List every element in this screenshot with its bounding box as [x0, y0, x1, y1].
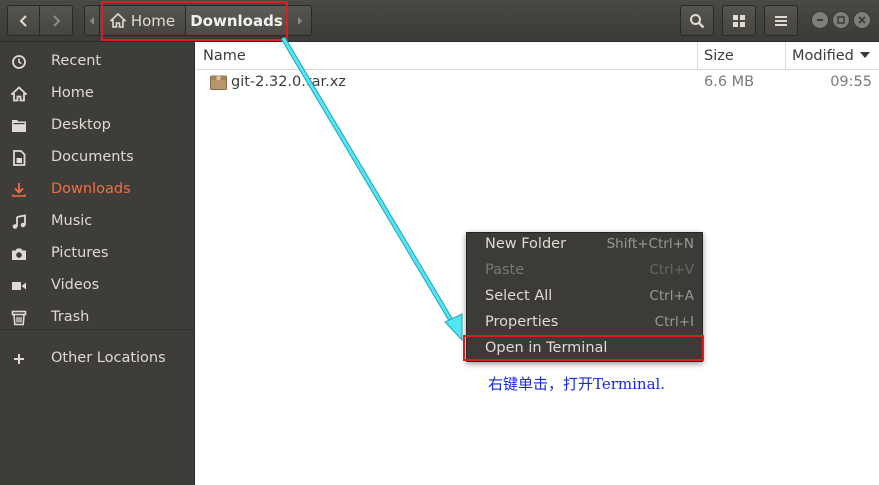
- document-icon: [10, 149, 27, 166]
- menu-item-label: New Folder: [485, 236, 567, 252]
- close-button[interactable]: [853, 11, 871, 29]
- home-icon: [10, 85, 27, 102]
- minimize-icon: [817, 19, 823, 21]
- menu-item-properties[interactable]: Properties Ctrl+I: [467, 311, 702, 337]
- sidebar-divider: [0, 329, 195, 330]
- sidebar-item-recent[interactable]: Recent: [0, 45, 195, 77]
- video-icon: [10, 277, 27, 294]
- sidebar-item-label: Downloads: [51, 181, 131, 197]
- hamburger-icon: [775, 15, 787, 26]
- back-button[interactable]: [7, 5, 40, 36]
- sidebar-item-label: Pictures: [51, 245, 109, 261]
- sort-descending-icon: [859, 52, 870, 58]
- sidebar-item-label: Desktop: [51, 117, 111, 133]
- folder-icon: [10, 117, 27, 134]
- menu-item-shortcut: Ctrl+I: [654, 314, 694, 330]
- archive-icon: [210, 75, 227, 90]
- sidebar-item-documents[interactable]: Documents: [0, 141, 195, 173]
- menu-item-label: Properties: [485, 314, 559, 330]
- menu-highlight-box: [463, 335, 704, 361]
- sidebar-item-desktop[interactable]: Desktop: [0, 109, 195, 141]
- sidebar-item-downloads[interactable]: Downloads: [0, 173, 195, 205]
- sidebar-item-label: Music: [51, 213, 93, 229]
- clock-icon: [10, 53, 27, 70]
- file-name: git-2.32.0.tar.xz: [231, 74, 346, 90]
- column-header-modified-label: Modified: [792, 47, 854, 64]
- menu-item-select-all[interactable]: Select All Ctrl+A: [467, 285, 702, 311]
- view-toggle-button[interactable]: [722, 5, 756, 36]
- chevron-left-icon: [19, 14, 27, 27]
- download-icon: [10, 181, 27, 198]
- column-header-modified[interactable]: Modified: [786, 42, 879, 70]
- sidebar-item-label: Recent: [51, 53, 102, 69]
- trash-icon: [10, 309, 27, 326]
- annotation-text: 右键单击，打开Terminal.: [488, 375, 666, 393]
- sidebar-item-label: Videos: [51, 277, 100, 293]
- maximize-button[interactable]: [832, 11, 850, 29]
- menu-item-paste: Paste Ctrl+V: [467, 259, 702, 285]
- sidebar-item-label: Home: [51, 85, 94, 101]
- camera-icon: [10, 245, 27, 262]
- sidebar-item-label: Documents: [51, 149, 134, 165]
- menu-item-shortcut: Shift+Ctrl+N: [606, 236, 694, 252]
- sidebar-item-music[interactable]: Music: [0, 205, 195, 237]
- sidebar-item-label: Trash: [51, 309, 90, 325]
- menu-item-label: Paste: [485, 262, 525, 278]
- menu-item-new-folder[interactable]: New Folder Shift+Ctrl+N: [467, 233, 702, 259]
- maximize-icon: [837, 16, 845, 24]
- window-controls: [811, 11, 871, 29]
- triangle-right-icon: [297, 16, 302, 25]
- column-header-size[interactable]: Size: [698, 42, 786, 70]
- breadcrumb-scroll-left[interactable]: [84, 5, 100, 36]
- sidebar-item-label: Other Locations: [51, 350, 166, 366]
- chevron-right-icon: [53, 14, 61, 27]
- sidebar-item-videos[interactable]: Videos: [0, 269, 195, 301]
- plus-icon: [10, 350, 27, 367]
- search-button[interactable]: [680, 5, 714, 36]
- sidebar-item-pictures[interactable]: Pictures: [0, 237, 195, 269]
- triangle-left-icon: [90, 16, 94, 25]
- column-header-size-label: Size: [704, 47, 734, 64]
- music-icon: [10, 213, 27, 230]
- minimize-button[interactable]: [811, 11, 829, 29]
- sidebar-item-home[interactable]: Home: [0, 77, 195, 109]
- file-row[interactable]: git-2.32.0.tar.xz 6.6 MB 09:55: [196, 70, 879, 96]
- grid-icon: [733, 14, 745, 27]
- breadcrumb-highlight-box: [101, 1, 288, 41]
- menu-item-shortcut: Ctrl+A: [649, 288, 694, 304]
- menu-item-shortcut: Ctrl+V: [649, 262, 694, 278]
- breadcrumb-scroll-right[interactable]: [288, 5, 312, 36]
- close-icon: [858, 16, 866, 24]
- sidebar: Recent Home Desktop Documents Downloads …: [0, 42, 195, 485]
- search-icon: [690, 13, 705, 28]
- column-header-name[interactable]: Name: [196, 42, 698, 70]
- menu-item-label: Select All: [485, 288, 553, 304]
- menu-button[interactable]: [764, 5, 798, 36]
- file-modified: 09:55: [830, 74, 872, 90]
- column-header-name-label: Name: [203, 47, 246, 64]
- sidebar-item-other-locations[interactable]: Other Locations: [0, 342, 195, 374]
- forward-button[interactable]: [40, 5, 73, 36]
- file-size: 6.6 MB: [704, 74, 755, 90]
